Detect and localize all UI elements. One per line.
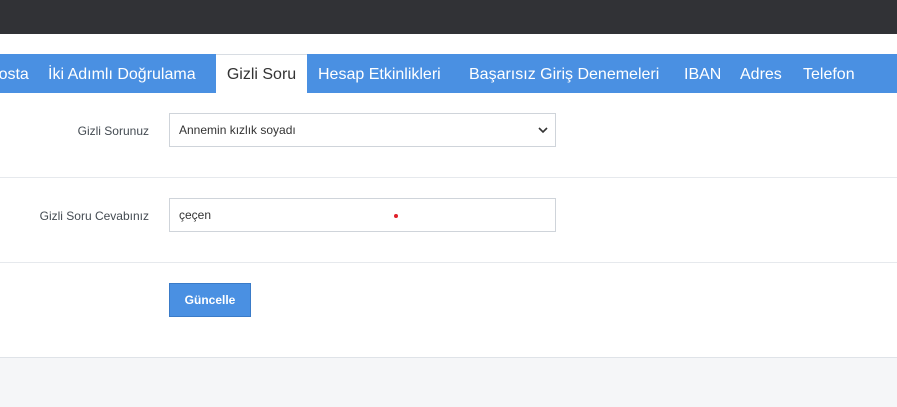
update-button[interactable]: Güncelle [169,283,251,317]
tab-phone[interactable]: Telefon [803,54,855,93]
secret-question-form: Gizli Sorunuz Annemin kızlık soyadı Gizl… [0,93,897,358]
tab-failed-logins[interactable]: Başarısız Giriş Denemeleri [469,54,659,93]
settings-tab-bar: Eposta İki Adımlı Doğrulama Gizli Soru H… [0,54,897,93]
question-label: Gizli Sorunuz [77,124,149,138]
tab-account-activity[interactable]: Hesap Etkinlikleri [318,54,441,93]
row-divider [0,177,897,178]
tab-secret-question[interactable]: Gizli Soru [216,54,307,93]
tab-iban[interactable]: IBAN [684,54,721,93]
chevron-down-icon [538,127,548,134]
secret-question-select[interactable]: Annemin kızlık soyadı [169,113,556,147]
selected-question: Annemin kızlık soyadı [179,123,296,137]
header-spacer [0,34,897,54]
tab-address[interactable]: Adres [740,54,782,93]
tab-two-factor[interactable]: İki Adımlı Doğrulama [48,54,196,93]
secret-answer-input[interactable]: çeçen [169,198,556,232]
top-header-bar [0,0,897,34]
tab-eposta[interactable]: Eposta [0,54,29,93]
answer-text: çeçen [179,208,212,222]
marker-dot [394,214,398,218]
answer-label: Gizli Soru Cevabınız [39,209,149,223]
row-divider [0,262,897,263]
